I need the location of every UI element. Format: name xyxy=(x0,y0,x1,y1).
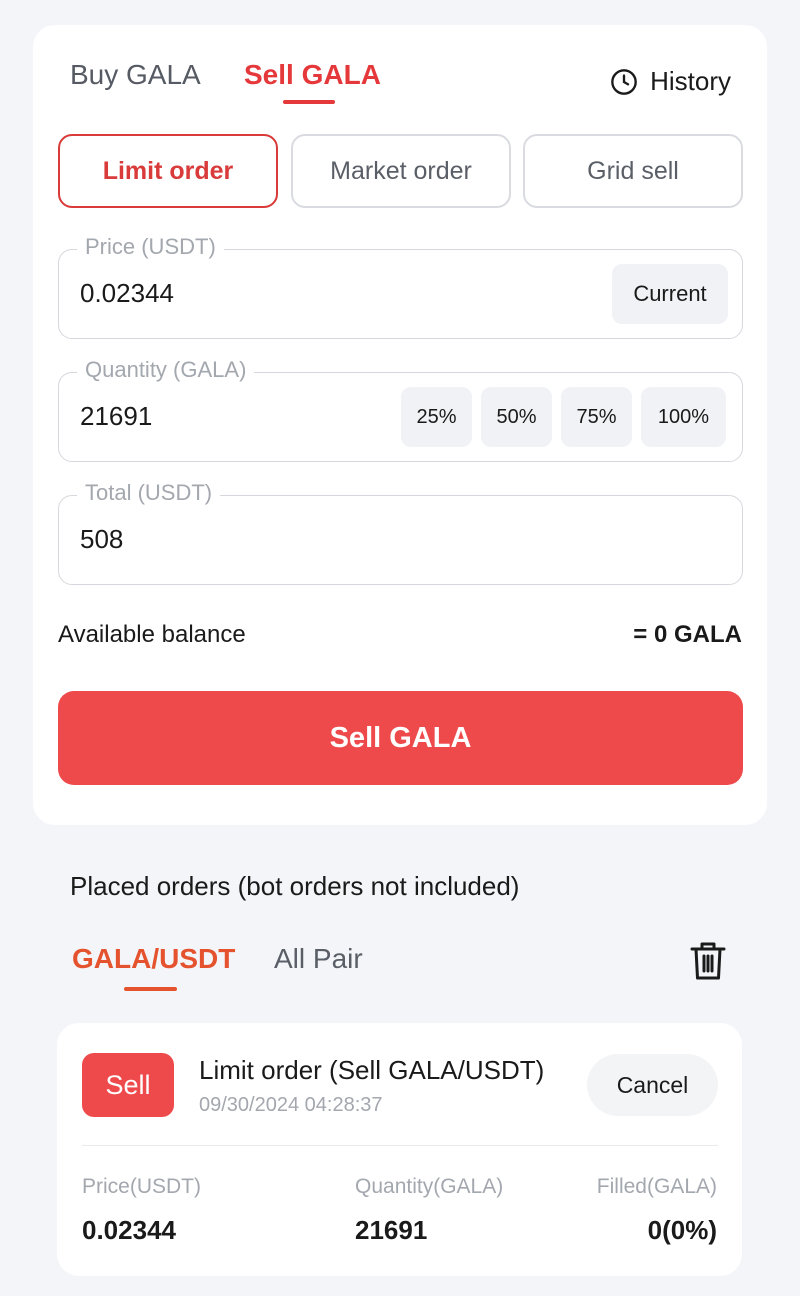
order-price-label: Price(USDT) xyxy=(82,1175,201,1198)
percent-75-button[interactable]: 75% xyxy=(561,387,632,447)
price-label: Price (USDT) xyxy=(77,234,224,260)
trade-card: Buy GALA Sell GALA History Limit order M… xyxy=(33,25,767,825)
order-filled-value: 0(0%) xyxy=(647,1215,717,1245)
placed-orders-title: Placed orders (bot orders not included) xyxy=(70,871,520,901)
quantity-label: Quantity (GALA) xyxy=(77,357,255,383)
tab-buy[interactable]: Buy GALA xyxy=(70,59,201,91)
order-quantity-label: Quantity(GALA) xyxy=(355,1175,504,1198)
tab-sell[interactable]: Sell GALA xyxy=(244,59,381,91)
order-timestamp: 09/30/2024 04:28:37 xyxy=(199,1094,383,1116)
current-price-button[interactable]: Current xyxy=(612,264,728,324)
percent-100-button[interactable]: 100% xyxy=(641,387,726,447)
trash-icon[interactable] xyxy=(688,940,728,982)
clock-icon xyxy=(611,68,637,95)
limit-order-tab[interactable]: Limit order xyxy=(58,134,278,208)
cancel-order-button[interactable]: Cancel xyxy=(587,1054,718,1116)
active-tab-indicator xyxy=(283,100,335,104)
total-input[interactable] xyxy=(80,524,380,555)
sell-submit-button[interactable]: Sell GALA xyxy=(58,691,743,785)
grid-sell-tab[interactable]: Grid sell xyxy=(523,134,743,208)
available-balance-value: = 0 GALA xyxy=(633,621,742,648)
total-label: Total (USDT) xyxy=(77,480,221,506)
order-filled-label: Filled(GALA) xyxy=(596,1175,717,1198)
percent-50-button[interactable]: 50% xyxy=(481,387,552,447)
percent-25-button[interactable]: 25% xyxy=(401,387,472,447)
active-pair-indicator xyxy=(124,987,177,991)
history-button[interactable]: History xyxy=(610,66,731,97)
order-quantity-value: 21691 xyxy=(355,1215,428,1245)
history-label: History xyxy=(650,66,731,96)
tab-all-pairs[interactable]: All Pair xyxy=(274,943,363,975)
quantity-field: Quantity (GALA) 25% 50% 75% 100% xyxy=(58,357,743,462)
market-order-tab[interactable]: Market order xyxy=(291,134,511,208)
available-balance-label: Available balance xyxy=(58,621,246,648)
divider xyxy=(82,1145,718,1146)
order-card: Sell Limit order (Sell GALA/USDT) 09/30/… xyxy=(57,1023,742,1276)
quantity-input[interactable] xyxy=(80,401,380,432)
order-side-badge: Sell xyxy=(82,1053,174,1117)
total-field: Total (USDT) xyxy=(58,480,743,585)
order-price-value: 0.02344 xyxy=(82,1215,176,1245)
price-input[interactable] xyxy=(80,278,380,309)
order-title: Limit order (Sell GALA/USDT) xyxy=(199,1055,545,1085)
tab-current-pair[interactable]: GALA/USDT xyxy=(72,943,235,975)
price-field: Price (USDT) Current xyxy=(58,234,743,339)
